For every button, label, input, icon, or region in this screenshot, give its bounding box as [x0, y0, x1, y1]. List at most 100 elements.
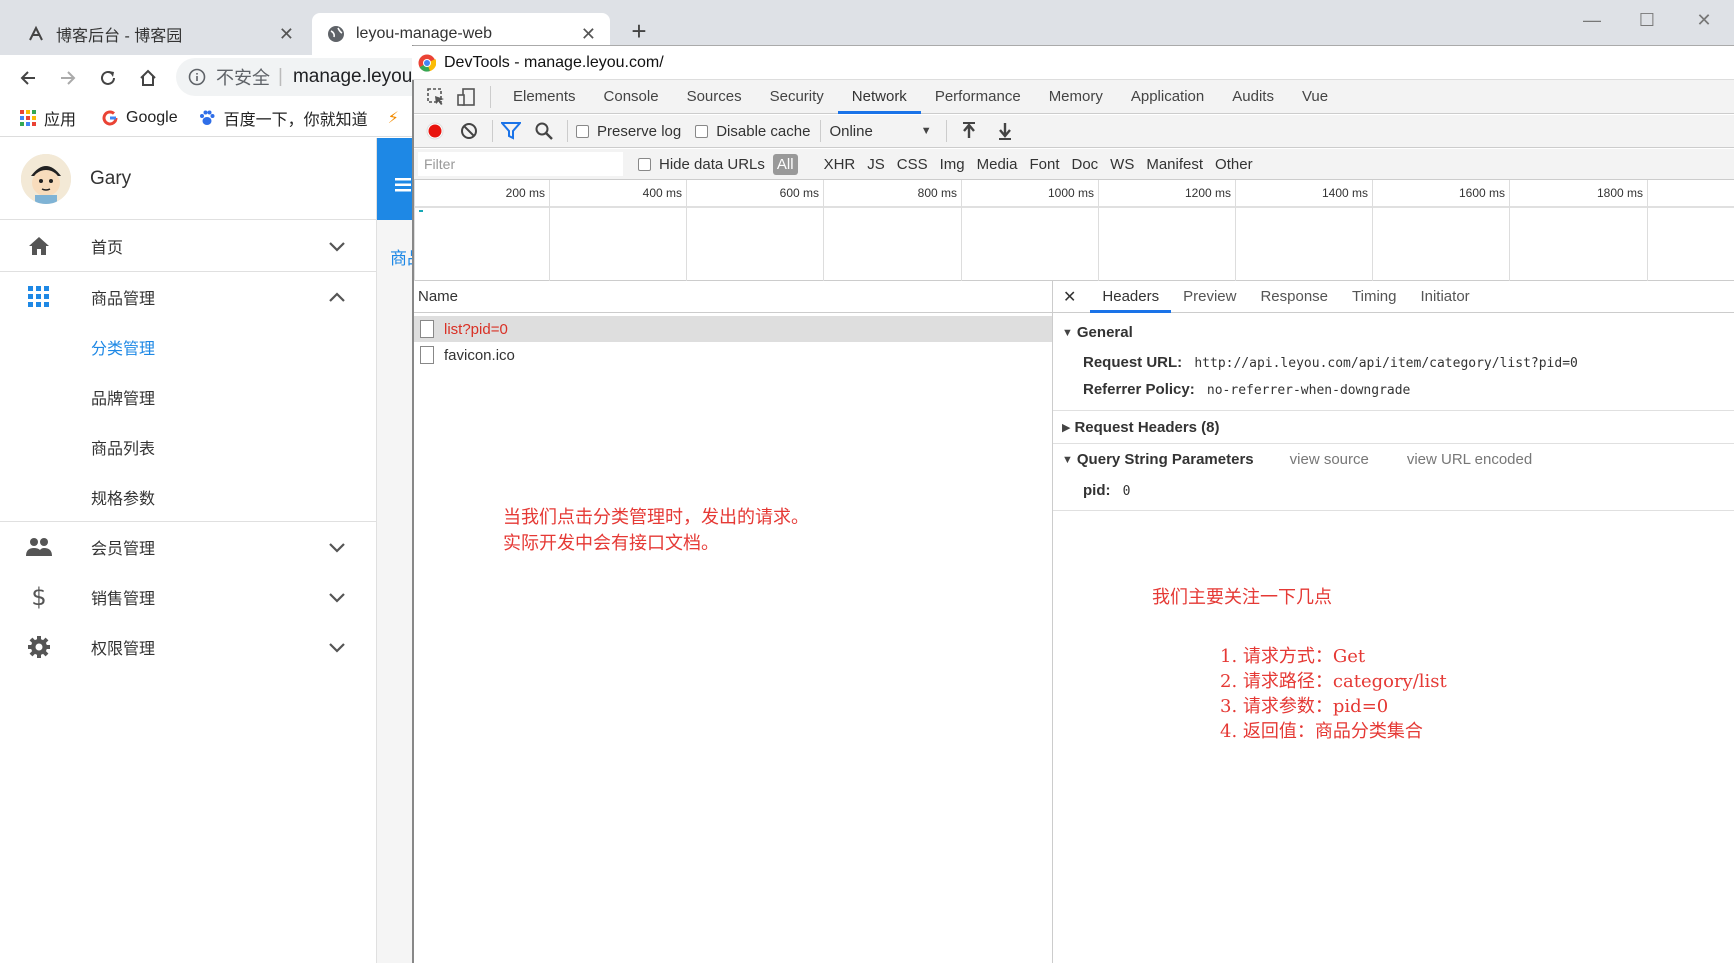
devtools-tab-security[interactable]: Security [756, 80, 838, 114]
home-icon[interactable] [136, 66, 160, 90]
request-headers-section-toggle[interactable]: ▶ Request Headers (8) [1062, 419, 1220, 436]
submenu-item-spec[interactable]: 规格参数 [91, 472, 155, 522]
close-tab-icon[interactable]: ✕ [279, 24, 294, 45]
url-text: manage.leyou. [292, 66, 418, 87]
panel-divider[interactable] [1052, 281, 1053, 963]
referrer-policy-row: Referrer Policy: no-referrer-when-downgr… [1083, 381, 1410, 398]
filter-type-doc[interactable]: Doc [1071, 156, 1098, 173]
annotation-line: 1. 请求方式：Get [1220, 646, 1366, 667]
browser-tab-blog[interactable]: 博客后台 - 博客园 ✕ [12, 13, 308, 55]
request-row[interactable]: list?pid=0 [414, 316, 1052, 342]
section-title: Request Headers (8) [1074, 419, 1220, 436]
device-toolbar-icon[interactable] [456, 87, 476, 107]
record-icon[interactable] [426, 122, 444, 140]
inspect-element-icon[interactable] [426, 87, 446, 107]
filter-type-ws[interactable]: WS [1110, 156, 1134, 173]
close-window-button[interactable]: ✕ [1684, 6, 1724, 34]
info-icon[interactable] [188, 68, 206, 86]
detail-tab-preview[interactable]: Preview [1171, 281, 1248, 313]
forward-arrow-icon[interactable] [56, 66, 80, 90]
timeline-tick: 600 ms [686, 180, 823, 281]
menu-item-label: 商品管理 [91, 291, 156, 308]
filter-icon[interactable] [501, 122, 521, 140]
back-arrow-icon[interactable] [16, 66, 40, 90]
devtools-tab-network[interactable]: Network [837, 80, 921, 114]
new-tab-button[interactable]: + [624, 16, 654, 46]
view-url-encoded-link[interactable]: view URL encoded [1407, 451, 1532, 468]
filter-type-font[interactable]: Font [1029, 156, 1059, 173]
disable-cache-checkbox[interactable] [695, 124, 709, 138]
throttle-select[interactable]: Online ▼ [829, 123, 931, 140]
devtools-tab-sources[interactable]: Sources [673, 80, 756, 114]
minimize-button[interactable]: — [1572, 6, 1612, 34]
address-bar[interactable]: 不安全 | manage.leyou. [176, 58, 420, 96]
close-icon[interactable]: ✕ [1063, 287, 1076, 307]
menu-item-members[interactable]: 会员管理 [0, 522, 376, 572]
request-url-row: Request URL: http://api.leyou.com/api/it… [1083, 354, 1578, 371]
filter-type-other[interactable]: Other [1215, 156, 1253, 173]
devtools-tab-application[interactable]: Application [1117, 80, 1218, 114]
submenu-item-category[interactable]: 分类管理 [91, 322, 155, 372]
disable-cache-label: Disable cache [716, 122, 811, 140]
bookmark-apps[interactable]: 应用 [20, 106, 76, 130]
timeline-tick: 800 ms [823, 180, 961, 281]
timeline-tick: 1400 ms [1235, 180, 1372, 281]
hide-data-urls-checkbox[interactable] [638, 157, 651, 171]
reload-icon[interactable] [96, 66, 120, 90]
submenu-item-goods-list[interactable]: 商品列表 [91, 422, 155, 472]
maximize-button[interactable]: ☐ [1627, 6, 1667, 34]
requests-column-header[interactable]: Name [414, 281, 1052, 313]
filter-type-img[interactable]: Img [940, 156, 965, 173]
filter-type-js[interactable]: JS [867, 156, 885, 173]
filter-type-xhr[interactable]: XHR [824, 156, 856, 173]
query-params-section-toggle[interactable]: ▼ Query String Parameters view source vi… [1062, 451, 1532, 468]
app-header [377, 138, 412, 220]
devtools-tab-elements[interactable]: Elements [499, 80, 590, 114]
request-row[interactable]: favicon.ico [414, 342, 1052, 368]
detail-tab-response[interactable]: Response [1248, 281, 1340, 313]
apps-grid-icon [20, 110, 36, 126]
baidu-paw-icon [198, 109, 216, 127]
menu-item-label: 销售管理 [91, 591, 156, 608]
search-icon[interactable] [535, 122, 553, 140]
detail-tab-headers[interactable]: Headers [1090, 281, 1171, 313]
view-source-link[interactable]: view source [1290, 451, 1369, 468]
divider [1053, 443, 1734, 444]
devtools-tab-vue[interactable]: Vue [1288, 80, 1342, 114]
devtools-tab-audits[interactable]: Audits [1218, 80, 1288, 114]
filter-input[interactable]: Filter [418, 152, 623, 176]
filter-type-media[interactable]: Media [977, 156, 1018, 173]
menu-item-permissions[interactable]: 权限管理 [0, 622, 376, 672]
filter-type-all[interactable]: All [772, 153, 798, 175]
preserve-log-checkbox[interactable] [576, 124, 589, 138]
bookmark-more-icon[interactable]: ⚡ [388, 108, 399, 128]
annotation-line: 实际开发中会有接口文档。 [503, 533, 719, 554]
menu-item-goods[interactable]: 商品管理 [0, 272, 376, 322]
general-section-toggle[interactable]: ▼ General [1062, 324, 1133, 341]
bookmark-google[interactable]: Google [102, 109, 178, 127]
close-tab-icon[interactable]: ✕ [581, 24, 596, 45]
devtools-tab-performance[interactable]: Performance [921, 80, 1035, 114]
triangle-right-icon: ▶ [1062, 422, 1071, 434]
detail-tab-initiator[interactable]: Initiator [1408, 281, 1481, 313]
timeline-tick: 200 ms [414, 180, 549, 281]
devtools-tab-memory[interactable]: Memory [1035, 80, 1117, 114]
apps-grid-icon [22, 286, 56, 308]
bookmark-baidu[interactable]: 百度一下，你就知道 [198, 106, 368, 130]
import-har-icon[interactable] [961, 122, 977, 140]
menu-item-home[interactable]: 首页 [0, 221, 376, 271]
filter-type-manifest[interactable]: Manifest [1146, 156, 1203, 173]
timeline-request-bar [419, 210, 423, 212]
query-param-row: pid: 0 [1083, 482, 1131, 499]
chevron-down-icon [328, 240, 346, 252]
security-label: 不安全 [216, 68, 270, 88]
filter-type-css[interactable]: CSS [897, 156, 928, 173]
devtools-titlebar: DevTools - manage.leyou.com/ [412, 46, 1734, 80]
detail-tab-timing[interactable]: Timing [1340, 281, 1408, 313]
export-har-icon[interactable] [997, 122, 1013, 140]
menu-item-sales[interactable]: $ 销售管理 [0, 572, 376, 622]
divider [1053, 510, 1734, 511]
devtools-tab-console[interactable]: Console [590, 80, 673, 114]
clear-icon[interactable] [460, 122, 478, 140]
submenu-item-brand[interactable]: 品牌管理 [91, 372, 155, 422]
